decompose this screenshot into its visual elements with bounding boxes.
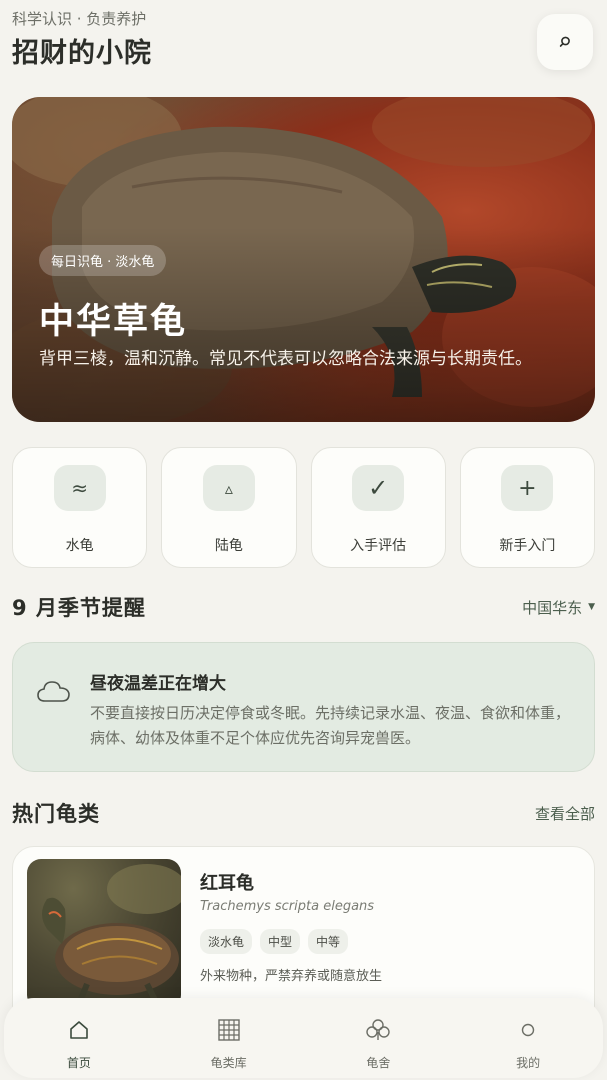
category-beginner-guide[interactable]: + 新手入门 [459,447,595,568]
season-header: 9 月季节提醒 中国华东 ▼ [12,592,595,622]
alert-title: 昼夜温差正在增大 [90,674,226,694]
species-scientific-name: Trachemys scripta elegans [200,899,375,914]
hero-chip: 每日识龟 · 淡水龟 [39,245,167,276]
popular-title: 热门龟类 [12,802,100,826]
species-thumbnail [27,859,181,1009]
tab-profile[interactable]: 我的 [453,998,603,1078]
category-tortoise[interactable]: ▵ 陆龟 [161,447,297,568]
tag-difficulty: 中等 [308,929,349,954]
cloud-icon [37,681,70,702]
view-all-link[interactable]: 查看全部 [535,803,595,824]
category-water-turtle[interactable]: ≈ 水龟 [12,447,148,568]
search-icon [559,36,570,47]
hero-card[interactable]: 每日识龟 · 淡水龟 中华草龟 背甲三棱，温和沉静。常见不代表可以忽略合法来源与… [12,97,595,422]
header: 科学认识 · 负责养护 招财的小院 [12,8,595,78]
app-subtitle: 科学认识 · 负责养护 [12,10,147,28]
tab-label: 龟舍 [366,1056,391,1070]
alert-text: 不要直接按日历决定停食或冬眠。先持续记录水温、夜温、食欲和体重，病体、幼体及体重… [90,704,571,747]
hero-species-name: 中华草龟 [39,302,188,342]
species-tags: 淡水龟 中型 中等 [200,929,349,954]
category-label: 新手入门 [499,538,556,554]
tab-label: 我的 [516,1056,541,1070]
popular-header: 热门龟类 查看全部 [12,798,595,828]
plus-icon: + [501,465,554,511]
tab-home[interactable]: 首页 [4,998,154,1078]
grid-icon [217,1019,240,1041]
category-label: 入手评估 [350,538,407,554]
red-eared-slider-image [42,864,181,1006]
species-name: 红耳龟 [200,873,254,894]
region-label: 中国华东 [522,598,583,617]
category-grid: ≈ 水龟 ▵ 陆龟 ✓ 入手评估 + 新手入门 [12,447,595,568]
user-icon [521,1023,535,1037]
species-note: 外来物种，严禁弃养或随意放生 [200,969,383,984]
category-label: 水龟 [65,538,94,554]
tab-species-library[interactable]: 龟类库 [154,998,304,1078]
tag-type: 淡水龟 [200,929,253,954]
region-selector[interactable]: 中国华东 ▼ [522,597,595,618]
check-icon: ✓ [352,465,405,511]
tab-label: 龟类库 [210,1056,247,1070]
tab-turtle-house[interactable]: 龟舍 [304,998,454,1078]
triangle-icon: ▵ [202,465,255,511]
tag-size: 中型 [260,929,301,954]
tab-label: 首页 [66,1056,91,1070]
page-title: 招财的小院 [12,38,152,69]
category-label: 陆龟 [214,538,243,554]
bottom-tab-bar: 首页 龟类库 龟舍 我的 [4,998,603,1078]
category-purchase-assessment[interactable]: ✓ 入手评估 [310,447,446,568]
caret-down-icon: ▼ [588,602,595,612]
season-title: 9 月季节提醒 [12,596,146,620]
clover-icon [366,1019,391,1040]
home-icon [70,1021,88,1039]
season-alert: 昼夜温差正在增大 不要直接按日历决定停食或冬眠。先持续记录水温、夜温、食欲和体重… [12,642,595,772]
wave-icon: ≈ [53,465,106,511]
search-button[interactable] [537,14,593,70]
hero-description: 背甲三棱，温和沉静。常见不代表可以忽略合法来源与长期责任。 [39,349,532,369]
